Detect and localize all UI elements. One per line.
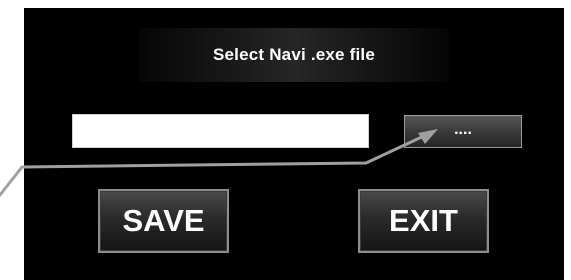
browse-button[interactable]: .... [404, 115, 522, 148]
page: Select Navi .exe file .... SAVE EXIT [0, 0, 571, 280]
save-button-label: SAVE [122, 203, 205, 238]
dialog-title: Select Navi .exe file [212, 45, 375, 64]
file-path-input[interactable] [72, 114, 369, 148]
exit-button-label: EXIT [389, 203, 458, 238]
select-navi-dialog: Select Navi .exe file .... SAVE EXIT [24, 8, 564, 280]
save-button[interactable]: SAVE [98, 189, 229, 253]
browse-button-label: .... [454, 121, 472, 138]
title-bar: Select Navi .exe file [139, 28, 449, 82]
exit-button[interactable]: EXIT [358, 189, 489, 253]
